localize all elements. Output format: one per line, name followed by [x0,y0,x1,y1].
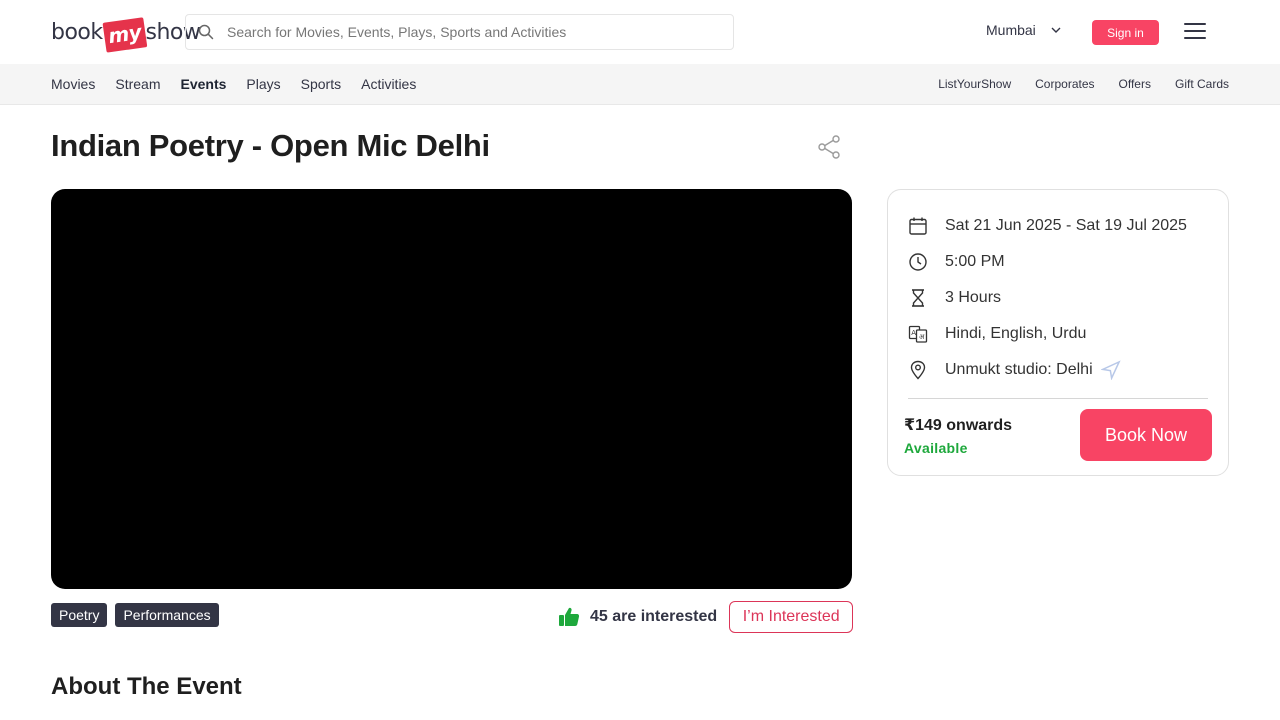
city-selector[interactable]: Mumbai [986,22,1062,38]
subnav-left: Movies Stream Events Plays Sports Activi… [51,64,436,104]
event-info-card: Sat 21 Jun 2025 - Sat 19 Jul 2025 5:00 P… [887,189,1229,476]
thumbs-up-icon [559,607,580,626]
im-interested-button[interactable]: I’m Interested [729,601,854,633]
top-header: bookmyshow Mumbai Sign in [0,0,1280,64]
event-venue[interactable]: Unmukt studio: Delhi [945,361,1093,379]
date-row: Sat 21 Jun 2025 - Sat 19 Jul 2025 [908,214,1187,238]
duration-row: 3 Hours [908,286,1001,310]
search-bar[interactable] [185,14,734,50]
book-now-button[interactable]: Book Now [1080,409,1212,461]
subnav-right: ListYourShow Corporates Offers Gift Card… [914,64,1229,104]
tag-poetry[interactable]: Poetry [51,603,108,627]
menu-line [1184,30,1206,32]
nav-movies[interactable]: Movies [51,76,95,92]
event-languages: Hindi, English, Urdu [945,325,1087,342]
event-title: Indian Poetry - Open Mic Delhi [51,128,490,163]
time-row: 5:00 PM [908,250,1005,274]
event-tags: Poetry Performances [51,603,227,627]
logo-text-my: my [102,17,147,53]
calendar-icon [909,217,927,235]
logo-text-book: book [51,19,103,45]
interest-section: 45 are interested I’m Interested [558,601,854,633]
event-time: 5:00 PM [945,253,1005,270]
search-input[interactable] [227,24,707,40]
nav-events[interactable]: Events [180,76,226,92]
nav-listyourshow[interactable]: ListYourShow [938,77,1011,91]
event-dates: Sat 21 Jun 2025 - Sat 19 Jul 2025 [945,217,1187,234]
nav-stream[interactable]: Stream [115,76,160,92]
availability-status: Available [904,440,968,456]
clock-icon [909,253,927,271]
chevron-down-icon [1051,27,1061,33]
menu-line [1184,23,1206,25]
sub-navigation: Movies Stream Events Plays Sports Activi… [0,64,1280,105]
nav-plays[interactable]: Plays [246,76,280,92]
svg-text:A: A [911,329,916,337]
menu-line [1184,37,1206,39]
city-label: Mumbai [986,22,1036,38]
nav-gift-cards[interactable]: Gift Cards [1175,77,1229,91]
about-event-heading: About The Event [51,673,242,700]
hamburger-menu-icon[interactable] [1184,23,1206,41]
event-video-player[interactable] [51,189,852,589]
signin-button[interactable]: Sign in [1092,20,1159,45]
card-divider [908,398,1208,399]
svg-text:अ: अ [919,333,925,341]
bookmyshow-logo[interactable]: book my show [51,14,201,53]
interested-count: 45 are interested [590,608,718,625]
event-duration: 3 Hours [945,289,1002,306]
hourglass-icon [912,289,924,307]
share-icon[interactable] [816,134,842,160]
location-pin-icon [910,360,926,380]
nav-activities[interactable]: Activities [361,76,416,92]
tag-performances[interactable]: Performances [115,603,219,627]
language-icon: A अ [908,325,928,343]
nav-corporates[interactable]: Corporates [1035,77,1094,91]
nav-sports[interactable]: Sports [301,76,341,92]
ticket-price: ₹149 onwards [904,417,1013,434]
nav-offers[interactable]: Offers [1119,77,1151,91]
search-icon [198,24,214,40]
navigate-arrow-icon[interactable] [1100,360,1121,380]
venue-row: Unmukt studio: Delhi [908,358,1138,382]
language-row: A अ Hindi, English, Urdu [908,322,1086,346]
